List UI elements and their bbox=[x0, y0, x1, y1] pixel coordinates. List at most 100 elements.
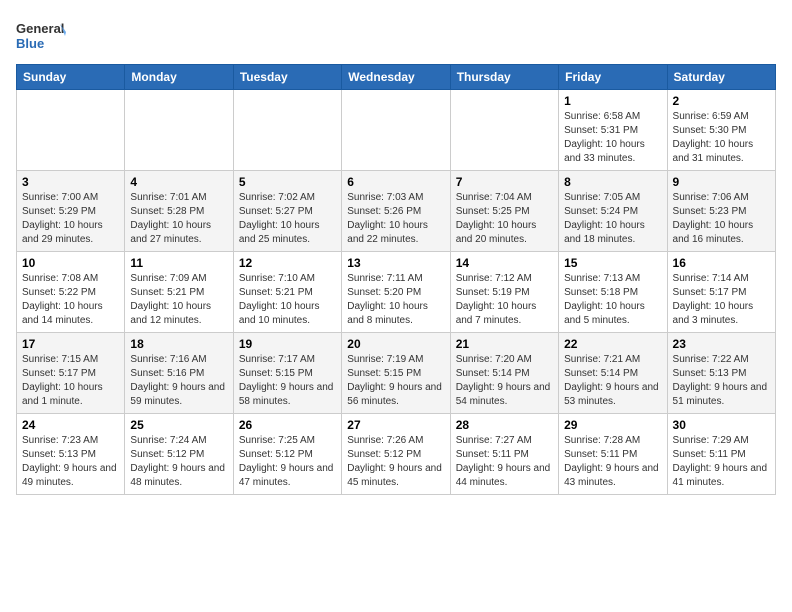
day-info: Sunrise: 7:20 AM Sunset: 5:14 PM Dayligh… bbox=[456, 353, 553, 409]
weekday-header-wednesday: Wednesday bbox=[342, 65, 450, 90]
calendar-cell: 4 Sunrise: 7:01 AM Sunset: 5:28 PM Daylig… bbox=[125, 171, 233, 252]
calendar-cell: 18 Sunrise: 7:16 AM Sunset: 5:16 PM Dayli… bbox=[125, 333, 233, 414]
day-info: Sunrise: 7:02 AM Sunset: 5:27 PM Dayligh… bbox=[239, 191, 336, 247]
day-info: Sunrise: 7:25 AM Sunset: 5:12 PM Dayligh… bbox=[239, 434, 336, 490]
day-info: Sunrise: 7:16 AM Sunset: 5:16 PM Dayligh… bbox=[130, 353, 227, 409]
day-info: Sunrise: 7:21 AM Sunset: 5:14 PM Dayligh… bbox=[564, 353, 661, 409]
day-info: Sunrise: 7:13 AM Sunset: 5:18 PM Dayligh… bbox=[564, 272, 661, 328]
day-info: Sunrise: 7:09 AM Sunset: 5:21 PM Dayligh… bbox=[130, 272, 227, 328]
day-info: Sunrise: 7:04 AM Sunset: 5:25 PM Dayligh… bbox=[456, 191, 553, 247]
calendar-cell: 17 Sunrise: 7:15 AM Sunset: 5:17 PM Dayli… bbox=[17, 333, 125, 414]
day-info: Sunrise: 7:29 AM Sunset: 5:11 PM Dayligh… bbox=[673, 434, 770, 490]
logo: General Blue bbox=[16, 16, 66, 56]
calendar-cell: 2Sunrise: 6:59 AM Sunset: 5:30 PM Daylig… bbox=[667, 90, 775, 171]
calendar-cell: 16 Sunrise: 7:14 AM Sunset: 5:17 PM Dayli… bbox=[667, 252, 775, 333]
day-info: Sunrise: 7:00 AM Sunset: 5:29 PM Dayligh… bbox=[22, 191, 119, 247]
weekday-header-friday: Friday bbox=[559, 65, 667, 90]
calendar-week-row: 24 Sunrise: 7:23 AM Sunset: 5:13 PM Dayli… bbox=[17, 414, 776, 495]
calendar-cell: 28Sunrise: 7:27 AM Sunset: 5:11 PM Dayli… bbox=[450, 414, 558, 495]
day-number: 18 bbox=[130, 337, 227, 351]
day-number: 29 bbox=[564, 418, 661, 432]
calendar-cell: 10 Sunrise: 7:08 AM Sunset: 5:22 PM Dayli… bbox=[17, 252, 125, 333]
calendar-cell: 25 Sunrise: 7:24 AM Sunset: 5:12 PM Dayli… bbox=[125, 414, 233, 495]
weekday-header-tuesday: Tuesday bbox=[233, 65, 341, 90]
day-number: 6 bbox=[347, 175, 444, 189]
day-number: 13 bbox=[347, 256, 444, 270]
calendar-week-row: 1 Sunrise: 6:58 AM Sunset: 5:31 PM Daylig… bbox=[17, 90, 776, 171]
day-info: Sunrise: 7:15 AM Sunset: 5:17 PM Dayligh… bbox=[22, 353, 119, 409]
day-info: Sunrise: 7:23 AM Sunset: 5:13 PM Dayligh… bbox=[22, 434, 119, 490]
day-info: Sunrise: 7:14 AM Sunset: 5:17 PM Dayligh… bbox=[673, 272, 770, 328]
day-number: 19 bbox=[239, 337, 336, 351]
day-number: 1 bbox=[564, 94, 661, 108]
day-info: Sunrise: 7:11 AM Sunset: 5:20 PM Dayligh… bbox=[347, 272, 444, 328]
calendar-week-row: 3 Sunrise: 7:00 AM Sunset: 5:29 PM Daylig… bbox=[17, 171, 776, 252]
calendar-cell: 1 Sunrise: 6:58 AM Sunset: 5:31 PM Daylig… bbox=[559, 90, 667, 171]
calendar-cell: 11 Sunrise: 7:09 AM Sunset: 5:21 PM Dayli… bbox=[125, 252, 233, 333]
day-number: 24 bbox=[22, 418, 119, 432]
day-number: 7 bbox=[456, 175, 553, 189]
calendar-cell: 26 Sunrise: 7:25 AM Sunset: 5:12 PM Dayli… bbox=[233, 414, 341, 495]
day-number: 15 bbox=[564, 256, 661, 270]
day-number: 20 bbox=[347, 337, 444, 351]
calendar-cell: 27Sunrise: 7:26 AM Sunset: 5:12 PM Dayli… bbox=[342, 414, 450, 495]
svg-text:General: General bbox=[16, 21, 64, 36]
day-number: 3 bbox=[22, 175, 119, 189]
svg-text:Blue: Blue bbox=[16, 36, 44, 51]
weekday-header-row: SundayMondayTuesdayWednesdayThursdayFrid… bbox=[17, 65, 776, 90]
day-info: Sunrise: 7:05 AM Sunset: 5:24 PM Dayligh… bbox=[564, 191, 661, 247]
day-number: 26 bbox=[239, 418, 336, 432]
page-header: General Blue bbox=[16, 16, 776, 56]
day-info: Sunrise: 7:06 AM Sunset: 5:23 PM Dayligh… bbox=[673, 191, 770, 247]
calendar-cell: 9 Sunrise: 7:06 AM Sunset: 5:23 PM Daylig… bbox=[667, 171, 775, 252]
day-info: Sunrise: 6:58 AM Sunset: 5:31 PM Dayligh… bbox=[564, 110, 661, 166]
day-number: 11 bbox=[130, 256, 227, 270]
day-number: 2 bbox=[673, 94, 770, 108]
calendar-cell: 22 Sunrise: 7:21 AM Sunset: 5:14 PM Dayli… bbox=[559, 333, 667, 414]
day-number: 9 bbox=[673, 175, 770, 189]
calendar-table: SundayMondayTuesdayWednesdayThursdayFrid… bbox=[16, 64, 776, 495]
day-info: Sunrise: 7:24 AM Sunset: 5:12 PM Dayligh… bbox=[130, 434, 227, 490]
calendar-cell bbox=[450, 90, 558, 171]
day-number: 10 bbox=[22, 256, 119, 270]
day-number: 22 bbox=[564, 337, 661, 351]
day-number: 23 bbox=[673, 337, 770, 351]
day-info: Sunrise: 7:01 AM Sunset: 5:28 PM Dayligh… bbox=[130, 191, 227, 247]
calendar-cell: 29 Sunrise: 7:28 AM Sunset: 5:11 PM Dayli… bbox=[559, 414, 667, 495]
day-info: Sunrise: 7:12 AM Sunset: 5:19 PM Dayligh… bbox=[456, 272, 553, 328]
weekday-header-monday: Monday bbox=[125, 65, 233, 90]
calendar-cell: 13 Sunrise: 7:11 AM Sunset: 5:20 PM Dayli… bbox=[342, 252, 450, 333]
day-info: Sunrise: 7:28 AM Sunset: 5:11 PM Dayligh… bbox=[564, 434, 661, 490]
calendar-cell: 7 Sunrise: 7:04 AM Sunset: 5:25 PM Daylig… bbox=[450, 171, 558, 252]
day-info: Sunrise: 7:03 AM Sunset: 5:26 PM Dayligh… bbox=[347, 191, 444, 247]
calendar-cell: 3 Sunrise: 7:00 AM Sunset: 5:29 PM Daylig… bbox=[17, 171, 125, 252]
day-number: 16 bbox=[673, 256, 770, 270]
day-number: 17 bbox=[22, 337, 119, 351]
day-number: 4 bbox=[130, 175, 227, 189]
weekday-header-saturday: Saturday bbox=[667, 65, 775, 90]
calendar-cell: 12Sunrise: 7:10 AM Sunset: 5:21 PM Dayli… bbox=[233, 252, 341, 333]
calendar-cell: 23 Sunrise: 7:22 AM Sunset: 5:13 PM Dayli… bbox=[667, 333, 775, 414]
calendar-week-row: 10 Sunrise: 7:08 AM Sunset: 5:22 PM Dayli… bbox=[17, 252, 776, 333]
day-number: 21 bbox=[456, 337, 553, 351]
calendar-cell: 30Sunrise: 7:29 AM Sunset: 5:11 PM Dayli… bbox=[667, 414, 775, 495]
calendar-cell: 8Sunrise: 7:05 AM Sunset: 5:24 PM Daylig… bbox=[559, 171, 667, 252]
day-number: 28 bbox=[456, 418, 553, 432]
day-info: Sunrise: 7:08 AM Sunset: 5:22 PM Dayligh… bbox=[22, 272, 119, 328]
calendar-cell bbox=[233, 90, 341, 171]
calendar-week-row: 17 Sunrise: 7:15 AM Sunset: 5:17 PM Dayli… bbox=[17, 333, 776, 414]
weekday-header-sunday: Sunday bbox=[17, 65, 125, 90]
day-info: Sunrise: 7:19 AM Sunset: 5:15 PM Dayligh… bbox=[347, 353, 444, 409]
logo-svg: General Blue bbox=[16, 16, 66, 56]
calendar-cell: 6 Sunrise: 7:03 AM Sunset: 5:26 PM Daylig… bbox=[342, 171, 450, 252]
calendar-cell: 24 Sunrise: 7:23 AM Sunset: 5:13 PM Dayli… bbox=[17, 414, 125, 495]
day-info: Sunrise: 7:22 AM Sunset: 5:13 PM Dayligh… bbox=[673, 353, 770, 409]
calendar-cell: 5Sunrise: 7:02 AM Sunset: 5:27 PM Daylig… bbox=[233, 171, 341, 252]
day-number: 25 bbox=[130, 418, 227, 432]
calendar-cell: 15 Sunrise: 7:13 AM Sunset: 5:18 PM Dayli… bbox=[559, 252, 667, 333]
day-number: 27 bbox=[347, 418, 444, 432]
day-number: 14 bbox=[456, 256, 553, 270]
day-number: 12 bbox=[239, 256, 336, 270]
calendar-cell: 20 Sunrise: 7:19 AM Sunset: 5:15 PM Dayli… bbox=[342, 333, 450, 414]
weekday-header-thursday: Thursday bbox=[450, 65, 558, 90]
